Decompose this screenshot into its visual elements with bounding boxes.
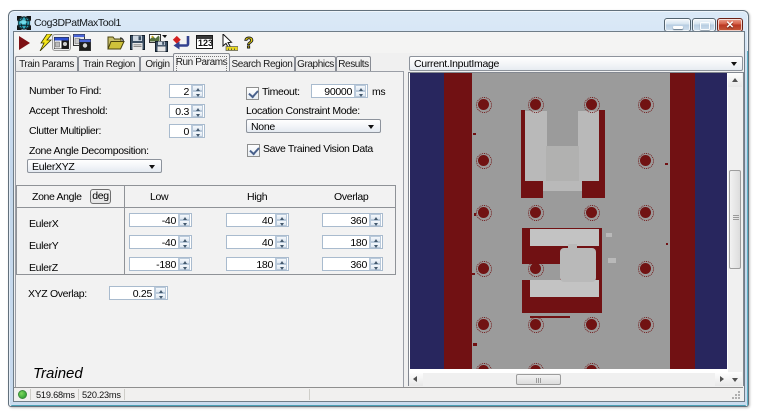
svg-text:?: ? xyxy=(244,35,254,51)
